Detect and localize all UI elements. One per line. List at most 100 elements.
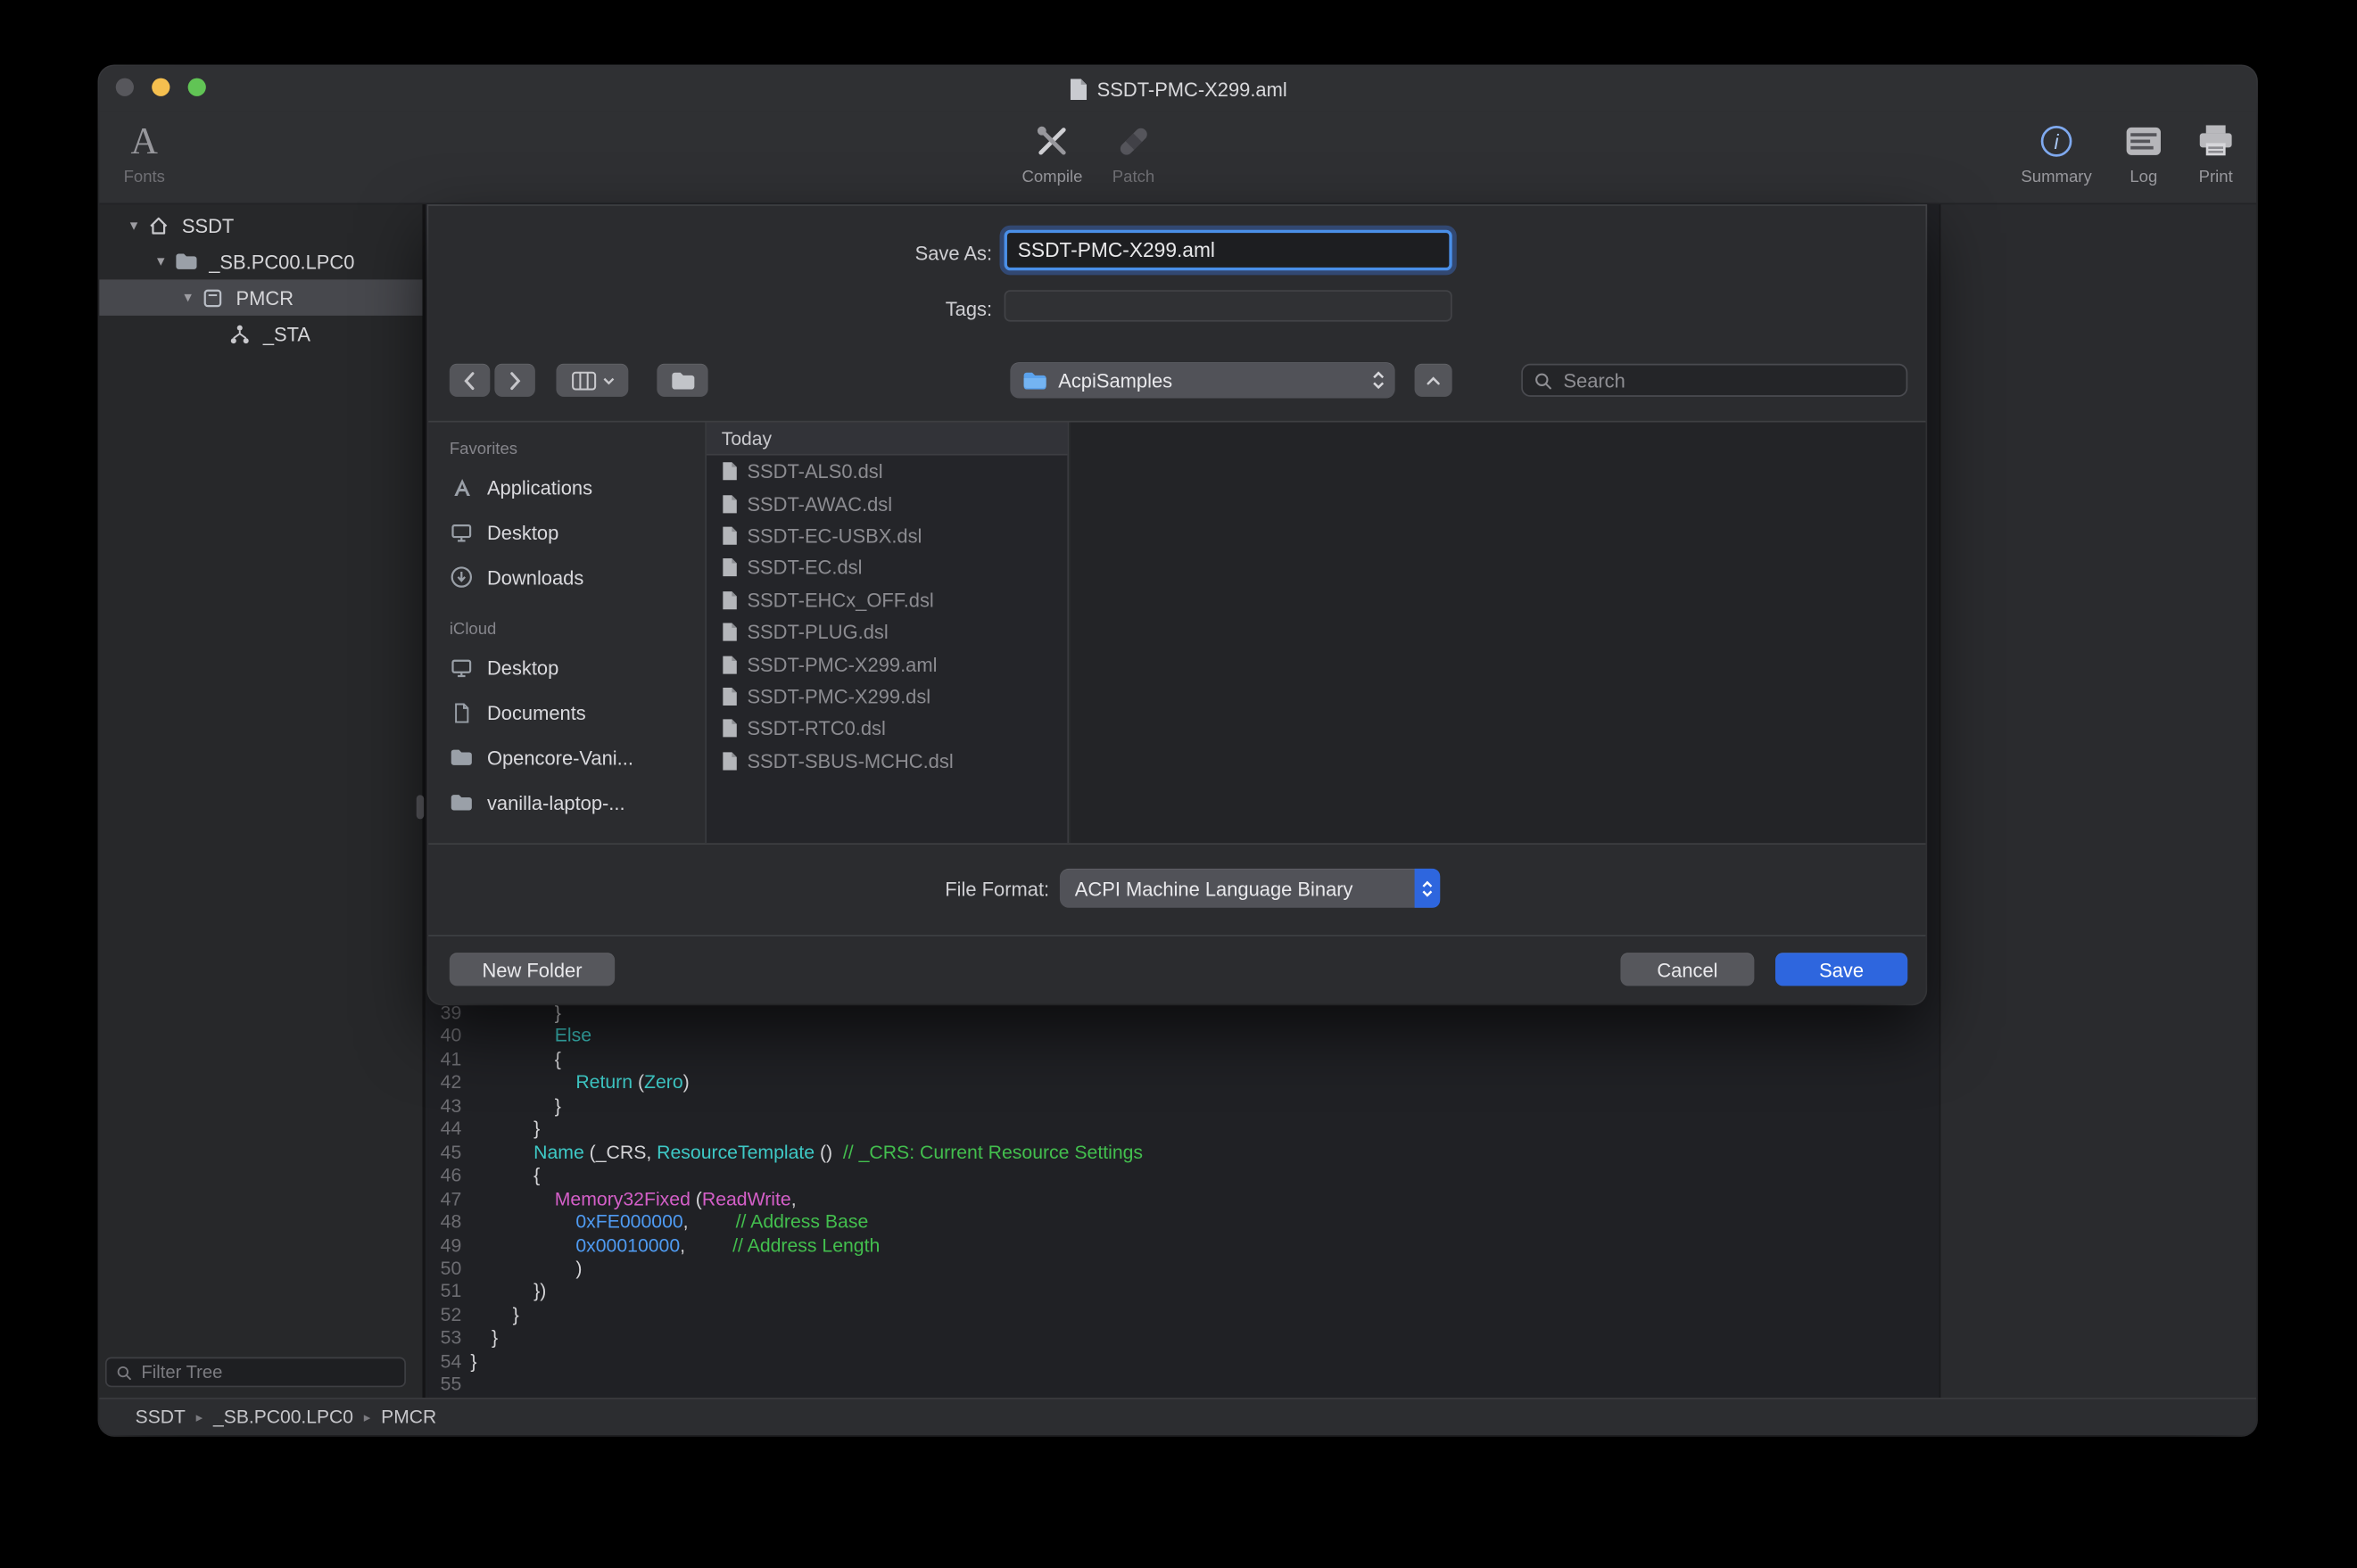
breadcrumb-item[interactable]: _SB.PC00.LPC0 <box>213 1407 353 1428</box>
icloud-list: DesktopDocuments Opencore-Vani... vanilla-… <box>446 645 703 825</box>
save-as-label: Save As: <box>428 242 992 264</box>
tree-item-SSDT[interactable]: ▾SSDT <box>99 208 422 243</box>
code-line: 46 { <box>428 1165 1939 1188</box>
code-line: 51 }) <box>428 1281 1939 1304</box>
sidebar: ▾SSDT▾_SB.PC00.LPC0▾PMCR _STA <box>99 204 426 1398</box>
forward-button[interactable] <box>494 364 534 397</box>
sidebar-item-opencore-vani-[interactable]: Opencore-Vani... <box>446 735 703 780</box>
empty-column <box>1071 422 1926 843</box>
back-button[interactable] <box>450 364 490 397</box>
desktop-icon <box>446 521 476 543</box>
file-item[interactable]: SSDT-AWAC.dsl <box>707 488 1067 520</box>
document-icon <box>722 719 739 739</box>
print-button[interactable]: Print <box>2172 117 2256 186</box>
patch-label: Patch <box>1112 169 1154 186</box>
split-handle[interactable] <box>417 795 424 819</box>
file-name: SSDT-PLUG.dsl <box>747 621 888 643</box>
blue-folder-icon <box>1022 370 1048 390</box>
file-item[interactable]: SSDT-SBUS-MCHC.dsl <box>707 745 1067 777</box>
patch-button[interactable]: Patch <box>1090 117 1178 186</box>
line-number: 50 <box>428 1258 461 1281</box>
documents-icon <box>446 701 476 723</box>
file-item[interactable]: SSDT-EC.dsl <box>707 552 1067 584</box>
line-number: 49 <box>428 1234 461 1258</box>
file-format-value: ACPI Machine Language Binary <box>1075 877 1353 899</box>
breadcrumb-item[interactable]: PMCR <box>381 1407 436 1428</box>
breadcrumb-item[interactable]: SSDT <box>136 1407 186 1428</box>
document-icon <box>722 751 739 771</box>
search-icon <box>1534 370 1553 390</box>
document-icon <box>722 526 739 546</box>
file-item[interactable]: SSDT-EHCx_OFF.dsl <box>707 584 1067 616</box>
code-line: 41 { <box>428 1049 1939 1072</box>
line-number: 48 <box>428 1211 461 1234</box>
code-text: }) <box>470 1281 546 1304</box>
disclosure-triangle-icon[interactable]: ▾ <box>174 289 201 306</box>
sidebar-item-vanilla-laptop-[interactable]: vanilla-laptop-... <box>446 780 703 826</box>
save-button[interactable]: Save <box>1775 953 1907 986</box>
summary-button[interactable]: i Summary <box>2013 117 2100 186</box>
method-icon <box>228 322 259 344</box>
sidebar-item-desktop[interactable]: Desktop <box>446 645 703 690</box>
line-number: 44 <box>428 1118 461 1142</box>
new-folder-button[interactable]: New Folder <box>450 953 615 986</box>
sidebar-item-downloads[interactable]: Downloads <box>446 555 703 600</box>
document-icon <box>722 558 739 578</box>
tree-item-_SB.PC00.LPC0[interactable]: ▾_SB.PC00.LPC0 <box>99 243 422 279</box>
search-input[interactable] <box>1560 367 1896 393</box>
breadcrumb-separator: ▸ <box>196 1409 203 1426</box>
tree-item-label: _STA <box>263 322 310 344</box>
tree-item-PMCR[interactable]: ▾PMCR <box>99 279 422 315</box>
save-as-input[interactable] <box>1005 230 1452 270</box>
file-item[interactable]: SSDT-PMC-X299.dsl <box>707 681 1067 713</box>
code-line: 42 Return (Zero) <box>428 1072 1939 1095</box>
file-name: SSDT-EC-USBX.dsl <box>747 524 922 547</box>
search-field[interactable] <box>1521 364 1907 397</box>
line-number: 39 <box>428 1003 461 1026</box>
right-pane <box>1939 204 2257 1398</box>
view-mode-button[interactable] <box>556 364 628 397</box>
code-line: 48 0xFE000000, // Address Base <box>428 1211 1939 1234</box>
compile-button[interactable]: Compile <box>1009 117 1096 186</box>
file-item[interactable]: SSDT-PLUG.dsl <box>707 616 1067 648</box>
window-title: SSDT-PMC-X299.aml <box>1097 78 1287 100</box>
tree-item-_STA[interactable]: _STA <box>99 316 422 351</box>
document-icon <box>722 590 739 610</box>
file-item[interactable]: SSDT-PMC-X299.aml <box>707 648 1067 681</box>
file-format-popup[interactable]: ACPI Machine Language Binary <box>1060 869 1440 908</box>
disclosure-triangle-icon[interactable]: ▾ <box>120 217 147 234</box>
divider <box>428 935 1925 937</box>
fonts-button[interactable]: A Fonts <box>101 117 188 186</box>
sidebar-item-label: Desktop <box>487 521 558 543</box>
code-text: 0xFE000000, // Address Base <box>470 1211 868 1234</box>
line-number: 43 <box>428 1095 461 1118</box>
code-text: } <box>470 1304 518 1327</box>
group-header: Today <box>707 422 1067 455</box>
file-name: SSDT-PMC-X299.aml <box>747 653 937 675</box>
chevron-right-icon <box>509 370 522 390</box>
disclosure-triangle-icon[interactable]: ▾ <box>147 253 174 270</box>
info-icon: i <box>2039 117 2074 165</box>
cancel-button[interactable]: Cancel <box>1620 953 1754 986</box>
code-text: { <box>470 1049 560 1072</box>
file-item[interactable]: SSDT-EC-USBX.dsl <box>707 520 1067 552</box>
tags-input[interactable] <box>1005 290 1452 321</box>
sidebar-item-applications[interactable]: Applications <box>446 465 703 510</box>
collapse-panel-button[interactable] <box>1415 364 1452 397</box>
code-text: } <box>470 1327 498 1350</box>
file-browser: Favorites ApplicationsDesktopDownloads i… <box>428 421 1925 845</box>
filter-tree-input[interactable] <box>138 1360 395 1384</box>
sidebar-item-documents[interactable]: Documents <box>446 689 703 735</box>
location-popup[interactable]: AcpiSamples <box>1010 362 1394 398</box>
file-item[interactable]: SSDT-RTC0.dsl <box>707 713 1067 745</box>
code-text: Name (_CRS, ResourceTemplate () // _CRS:… <box>470 1142 1143 1165</box>
file-item[interactable]: SSDT-ALS0.dsl <box>707 456 1067 488</box>
chevron-up-icon <box>1425 375 1442 385</box>
sidebar-item-desktop[interactable]: Desktop <box>446 509 703 555</box>
line-number: 40 <box>428 1026 461 1049</box>
folder-button[interactable] <box>657 364 707 397</box>
sidebar-item-label: Opencore-Vani... <box>487 747 633 769</box>
sidebar-item-label: vanilla-laptop-... <box>487 791 625 813</box>
folder-icon <box>174 252 204 270</box>
filter-tree-field[interactable] <box>105 1358 406 1388</box>
